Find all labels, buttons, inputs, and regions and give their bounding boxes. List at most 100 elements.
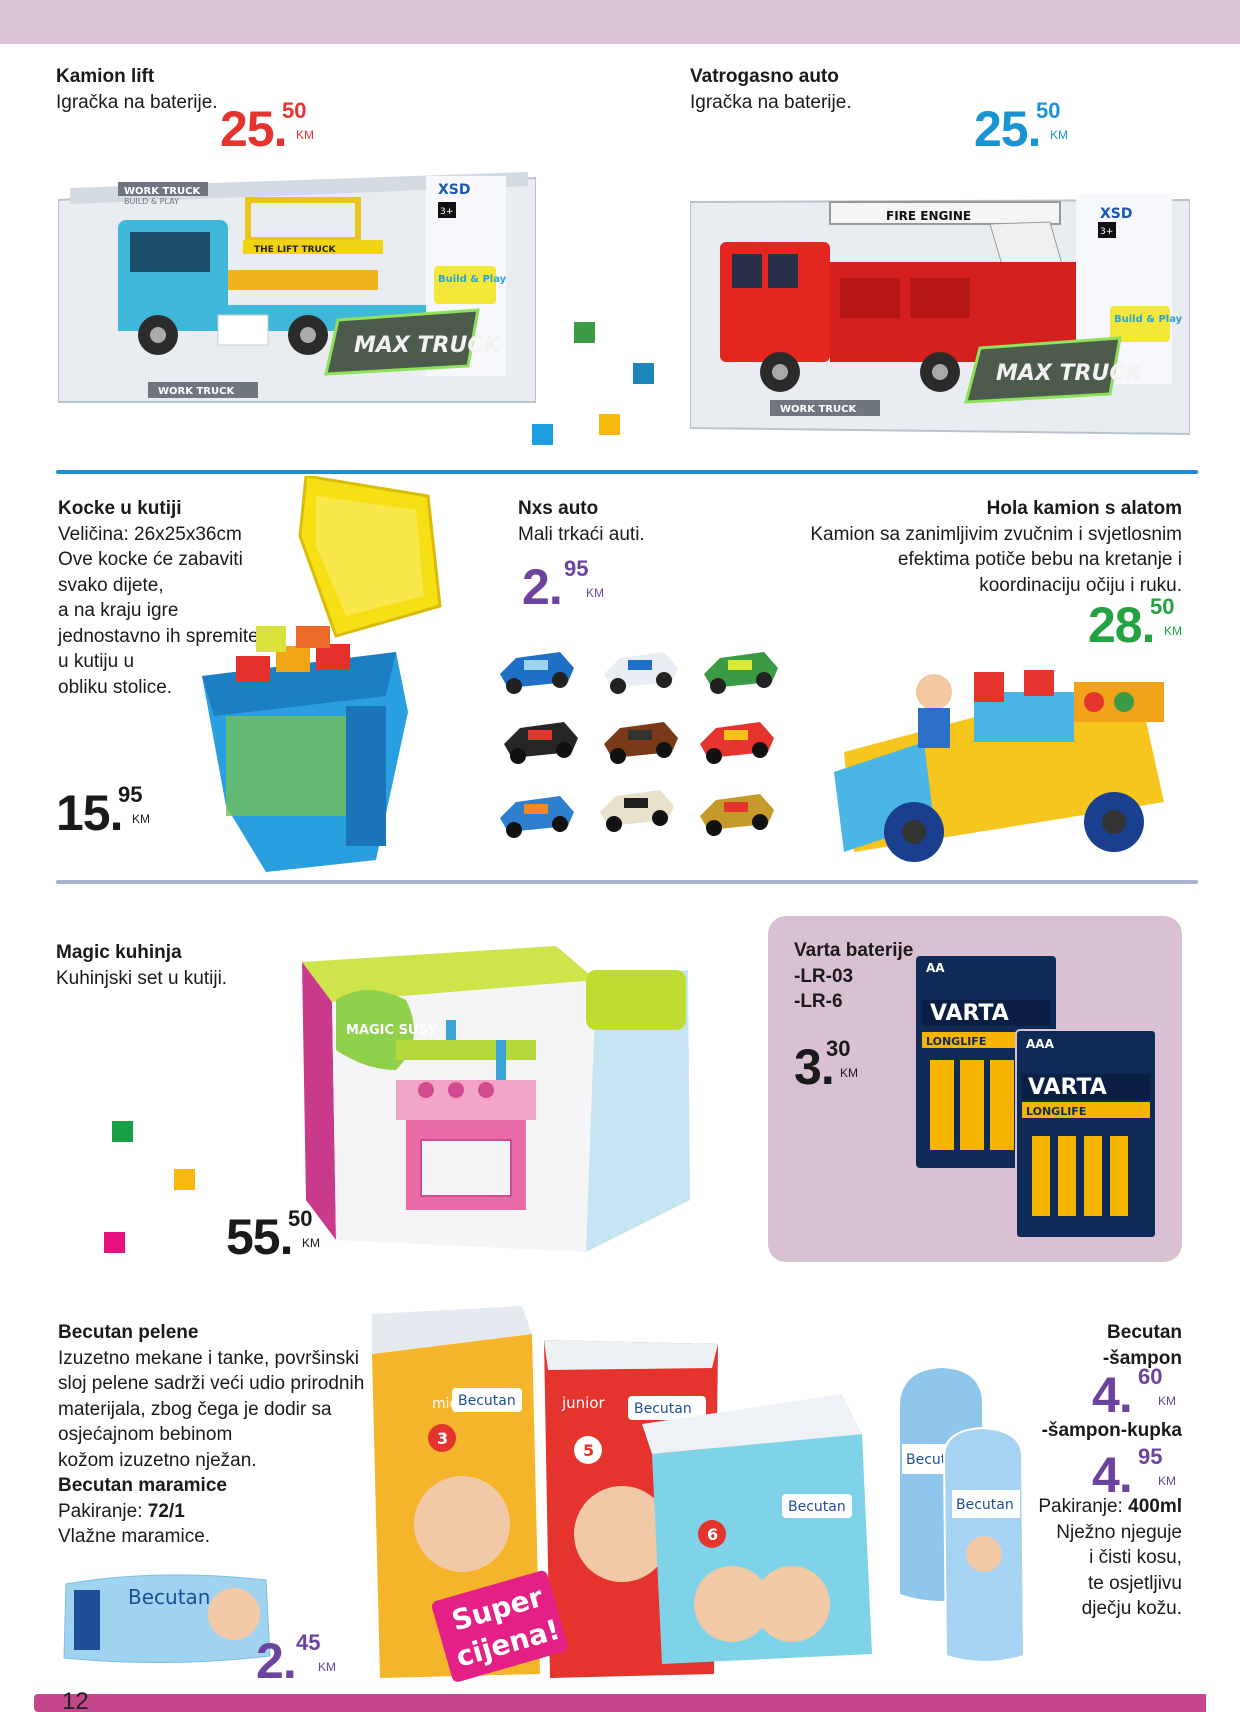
box-label-build-play: BUILD & PLAY	[124, 197, 179, 206]
box-age-badge: 3+	[1100, 227, 1113, 237]
becutan-pelene-text: Becutan pelene Izuzetno mekane i tanke, …	[58, 1320, 364, 1550]
pack-label: Pakiranje:	[1038, 1496, 1129, 1517]
box-logo-xsd: XSD	[1100, 206, 1133, 222]
kamion-lift-price: 25. 50 KM	[220, 98, 314, 157]
price-decimal: 30	[826, 1036, 851, 1061]
price-integer: 25	[220, 101, 275, 157]
kocke-price: 15. 95 KM	[56, 782, 150, 841]
page-number: 12	[62, 1688, 89, 1712]
price-integer: 4	[1092, 1447, 1120, 1503]
box-build-play-badge: Build & Play	[1114, 314, 1183, 325]
box-label-fire-engine: FIRE ENGINE	[886, 209, 971, 223]
becutan-sampon-kupka-title: -šampon-kupka	[960, 1418, 1182, 1444]
becutan-sampon-text: Pakiranje: 400ml Nježno njeguje i čisti …	[960, 1494, 1182, 1622]
box-label-lift-truck: THE LIFT TRUCK	[254, 245, 336, 255]
diaper-size-number: 5	[583, 1441, 594, 1460]
price-integer: 2	[522, 559, 550, 615]
becutan-sampon-brand: Becutan	[1107, 1322, 1182, 1343]
price-decimal: 95	[118, 782, 143, 807]
becutan-pelene-line: sloj pelene sadrži veći udio prirodnih	[58, 1373, 365, 1394]
becutan-maramice-price: 2. 45 KM	[256, 1630, 336, 1689]
diaper-size-number: 3	[437, 1429, 448, 1448]
varta-longlife: LONGLIFE	[926, 1035, 986, 1048]
price-currency: KM	[296, 128, 314, 142]
becutan-pelene-image: midi Becutan 3 junior Becutan 5 Becutan …	[362, 1304, 882, 1688]
price-currency: KM	[1164, 624, 1182, 638]
magic-title: Magic kuhinja	[56, 942, 182, 963]
nxs-price: 2. 95 KM	[522, 556, 604, 615]
price-integer: 25	[974, 101, 1029, 157]
hola-line: Kamion sa zanimljivim zvučnim i svjetlos…	[810, 523, 1182, 545]
bottom-band	[34, 1694, 1206, 1712]
price-currency: KM	[840, 1066, 858, 1080]
price-integer: 15	[56, 785, 111, 841]
decor-square	[599, 414, 620, 435]
box-age-badge: 3+	[440, 207, 453, 217]
decor-square	[574, 322, 595, 343]
battery-size-aa: AA	[926, 961, 945, 975]
price-currency: KM	[318, 1660, 336, 1674]
becutan-maramice-title: Becutan maramice	[58, 1475, 227, 1496]
becutan-logo: Becutan	[788, 1499, 846, 1515]
pack-value: 72/1	[147, 1500, 185, 1522]
becutan-sampon-price: 4. 60 KM	[1092, 1364, 1176, 1423]
becutan-sampon-kupka-variant: -šampon-kupka	[1041, 1420, 1182, 1441]
varta-logo: VARTA	[930, 1001, 1009, 1026]
race-car	[604, 722, 678, 764]
hola-line: efektima potiče bebu na kretanje i	[897, 549, 1182, 570]
box-logo-max-truck: MAX TRUCK	[354, 333, 502, 358]
race-car	[700, 794, 774, 836]
becutan-sampon-line: Nježno njeguje	[1056, 1521, 1182, 1543]
price-decimal: 95	[1138, 1444, 1163, 1469]
varta-price: 3. 30 KM	[794, 1036, 858, 1095]
price-integer: 55	[226, 1209, 281, 1265]
varta-image: AA VARTA LONGLIFE AAA VARTA LONGLIFE	[916, 956, 1156, 1238]
decor-square	[174, 1169, 195, 1190]
race-car	[700, 722, 774, 764]
price-decimal: 60	[1138, 1364, 1163, 1389]
price-decimal: 50	[1036, 98, 1061, 123]
varta-longlife: LONGLIFE	[1026, 1105, 1086, 1118]
box-logo-max-truck: MAX TRUCK	[996, 361, 1144, 386]
race-car	[500, 652, 574, 694]
price-currency: KM	[1050, 128, 1068, 142]
pack-label: Pakiranje:	[58, 1500, 148, 1522]
race-car	[604, 652, 678, 694]
becutan-logo: Becutan	[128, 1585, 210, 1609]
vatrogasno-image: FIRE ENGINE XSD 3+ Build & Play MAX TRUC…	[690, 182, 1190, 438]
vatrogasno-text: Vatrogasno auto Igračka na baterije.	[690, 64, 852, 115]
becutan-sampon-pack: Pakiranje: 400ml	[960, 1494, 1182, 1520]
section-divider	[56, 880, 1198, 884]
race-car	[500, 796, 574, 838]
box-label-work-truck: WORK TRUCK	[124, 186, 201, 197]
becutan-pelene-line: osjećajnom bebinom	[58, 1424, 233, 1445]
price-decimal: 50	[1150, 594, 1175, 619]
price-currency: KM	[1158, 1394, 1176, 1408]
price-decimal: 50	[282, 98, 307, 123]
becutan-pelene-line: Izuzetno mekane i tanke, površinski	[58, 1347, 359, 1369]
becutan-pelene-title: Becutan pelene	[58, 1322, 199, 1343]
box-logo-magic-susy: MAGIC SUSY	[346, 1023, 438, 1038]
becutan-sampon-line: dječju kožu.	[1081, 1598, 1182, 1619]
hola-title: Hola kamion s alatom	[986, 498, 1182, 519]
box-logo-xsd: XSD	[438, 182, 471, 198]
price-integer: 2	[256, 1633, 284, 1689]
battery-size-aaa: AAA	[1026, 1037, 1055, 1051]
decor-square	[104, 1232, 125, 1253]
becutan-pelene-line: kožom izuzetno nježan.	[58, 1449, 257, 1471]
price-currency: KM	[1158, 1474, 1176, 1488]
kamion-lift-text: Kamion lift Igračka na baterije.	[56, 64, 218, 115]
hola-image	[824, 652, 1184, 874]
kamion-lift-image: WORK TRUCK BUILD & PLAY THE LIFT TRUCK X…	[58, 170, 536, 410]
varta-text: Varta baterije -LR-03 -LR-6	[794, 938, 913, 1015]
diaper-size-number: 6	[707, 1525, 718, 1544]
top-band	[0, 0, 1240, 44]
magic-image: MAGIC SUSY	[296, 940, 696, 1270]
diaper-size-junior: junior	[561, 1394, 606, 1412]
pack-value: 400ml	[1128, 1496, 1182, 1517]
nxs-title: Nxs auto	[518, 498, 599, 519]
race-car	[704, 652, 778, 694]
varta-logo: VARTA	[1028, 1075, 1107, 1100]
box-label-work-truck-bottom: WORK TRUCK	[158, 386, 235, 397]
nxs-text: Nxs auto Mali trkaći auti.	[518, 496, 645, 547]
